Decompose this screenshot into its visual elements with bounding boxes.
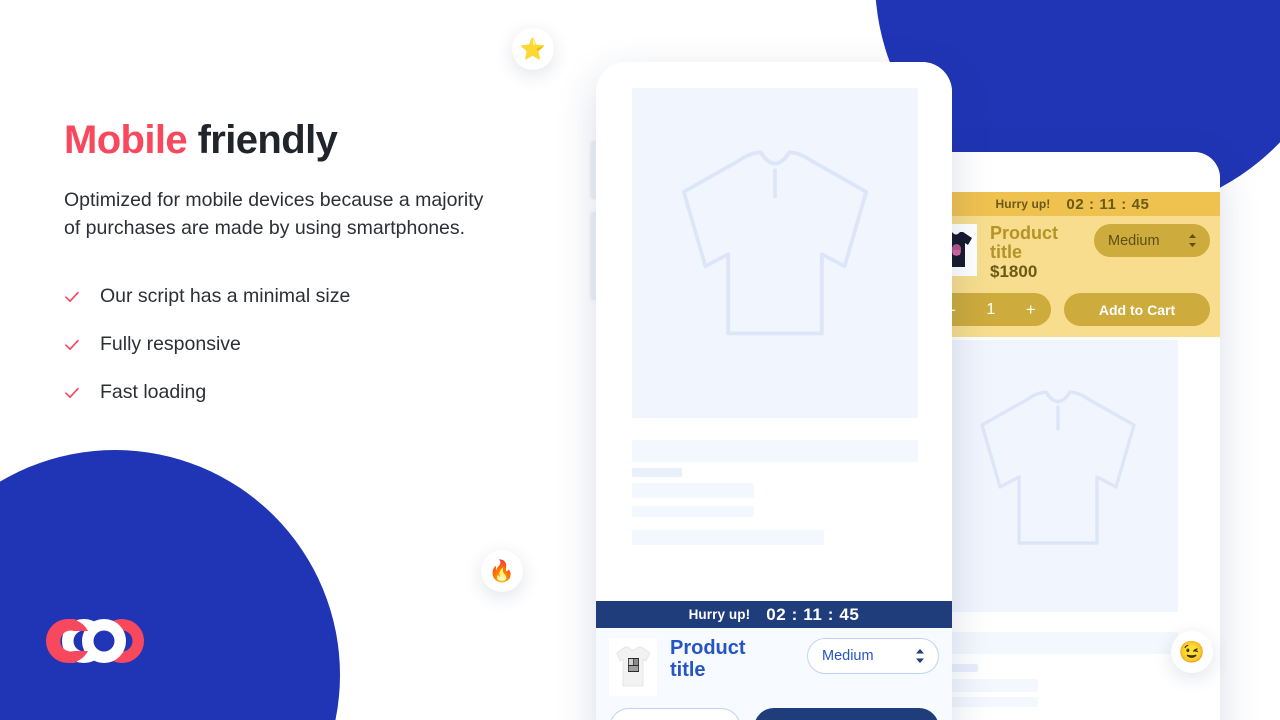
product-hero-image-front xyxy=(632,88,918,418)
list-item-label: Fast loading xyxy=(100,381,207,404)
star-badge: ⭐ xyxy=(512,28,554,70)
star-icon: ⭐ xyxy=(519,37,547,61)
wink-icon: 😉 xyxy=(1178,640,1206,664)
skeleton-bar xyxy=(938,632,1178,654)
skeleton-bar xyxy=(938,679,1038,692)
countdown-bar: Hurry up! 02 : 11 : 45 xyxy=(925,192,1220,216)
chevron-updown-icon xyxy=(1189,234,1196,247)
long-sleeve-shirt-icon xyxy=(681,150,869,336)
cart-widget-bottom-row: - 1 + Add to Cart xyxy=(935,293,1210,327)
size-select[interactable]: Medium xyxy=(807,638,939,674)
product-title-line-2: title xyxy=(670,658,706,681)
quantity-increase-button[interactable]: + xyxy=(1026,300,1036,320)
hero-copy: Mobile friendly Optimized for mobile dev… xyxy=(64,118,534,417)
skeleton-bar xyxy=(632,506,754,517)
long-sleeve-shirt-icon xyxy=(980,390,1136,545)
brand-logo[interactable] xyxy=(44,615,164,672)
sticky-cart-widget-blue: Hurry up! 02 : 11 : 45 Product title Med… xyxy=(596,601,952,720)
slide-canvas: Mobile friendly Optimized for mobile dev… xyxy=(0,0,1280,720)
product-price: $1800 xyxy=(990,261,1038,281)
wink-badge: 😉 xyxy=(1171,631,1213,673)
cart-widget-top-row: Product title Medium xyxy=(609,637,939,696)
fire-icon: 🔥 xyxy=(488,559,516,583)
product-title-line-1: Product xyxy=(670,637,746,659)
fire-badge: 🔥 xyxy=(481,550,523,592)
countdown-timer: 02 : 11 : 45 xyxy=(766,604,860,624)
size-select-value: Medium xyxy=(1108,232,1160,249)
chevron-updown-icon xyxy=(916,649,924,663)
cart-widget-top-row: Product title $1800 Medium xyxy=(935,223,1210,281)
cart-widget-bottom-row: - 1 + Add to Cart xyxy=(609,708,939,720)
product-title-block: Product title $1800 xyxy=(990,223,1081,281)
list-item: Our script has a minimal size xyxy=(64,273,534,321)
hurry-label: Hurry up! xyxy=(688,607,751,622)
check-icon xyxy=(65,291,79,302)
page-title: Mobile friendly xyxy=(64,118,534,162)
skeleton-bar xyxy=(632,440,918,462)
countdown-bar: Hurry up! 02 : 11 : 45 xyxy=(596,601,952,628)
hero-paragraph: Optimized for mobile devices because a m… xyxy=(64,189,484,240)
add-to-cart-button[interactable]: Add to Cart xyxy=(754,708,939,720)
add-to-cart-button[interactable]: Add to Cart xyxy=(1064,293,1210,327)
product-title-line-2: title xyxy=(990,242,1023,263)
cart-widget-body: Product title Medium xyxy=(596,628,952,720)
check-icon xyxy=(65,387,79,398)
skeleton-bar xyxy=(938,697,1038,707)
list-item-label: Fully responsive xyxy=(100,333,241,356)
check-icon xyxy=(65,339,79,350)
sticky-cart-widget-gold: Hurry up! 02 : 11 : 45 Product title $18… xyxy=(925,192,1220,338)
phone-back-screen: Hurry up! 02 : 11 : 45 Product title $18… xyxy=(925,152,1220,720)
skeleton-bar xyxy=(632,468,682,477)
list-item: Fast loading xyxy=(64,369,534,417)
page-title-rest: friendly xyxy=(187,118,338,162)
gooo-logo-icon xyxy=(46,618,144,664)
phone-mockup-front: Hurry up! 02 : 11 : 45 Product title Med… xyxy=(596,62,952,720)
product-title-block: Product title xyxy=(670,637,794,681)
product-title-line-1: Product xyxy=(990,223,1059,243)
page-title-accent: Mobile xyxy=(64,118,188,162)
white-tshirt-icon xyxy=(609,638,657,696)
bottom-left-blue-circle xyxy=(0,450,340,720)
product-hero-image-back xyxy=(938,340,1178,612)
product-thumbnail-white-tshirt[interactable] xyxy=(609,638,657,696)
phone-front-screen: Hurry up! 02 : 11 : 45 Product title Med… xyxy=(596,62,952,720)
feature-checklist: Our script has a minimal size Fully resp… xyxy=(64,273,534,417)
list-item-label: Our script has a minimal size xyxy=(100,285,351,308)
skeleton-bar xyxy=(632,483,754,498)
size-select-value: Medium xyxy=(822,648,874,664)
phone-mockup-back: Hurry up! 02 : 11 : 45 Product title $18… xyxy=(925,152,1220,720)
list-item: Fully responsive xyxy=(64,321,534,369)
cart-widget-body: Product title $1800 Medium - 1 + Add to … xyxy=(925,216,1220,338)
skeleton-bar xyxy=(632,530,824,545)
quantity-value: 1 xyxy=(986,300,996,318)
size-select[interactable]: Medium xyxy=(1094,224,1210,257)
quantity-stepper[interactable]: - 1 + xyxy=(609,708,741,720)
quantity-stepper[interactable]: - 1 + xyxy=(935,293,1051,327)
hurry-label: Hurry up! xyxy=(995,197,1051,211)
countdown-timer: 02 : 11 : 45 xyxy=(1066,195,1150,213)
